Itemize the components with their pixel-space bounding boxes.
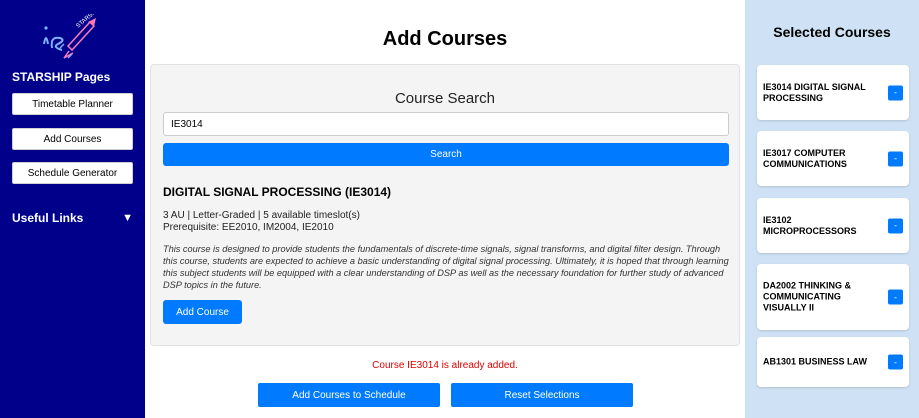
search-button[interactable]: Search (163, 143, 729, 166)
course-info: 3 AU | Letter-Graded | 5 available times… (163, 210, 360, 221)
selected-course-label: IE3102 MICROPROCESSORS (763, 214, 857, 236)
selected-course-item: IE3102 MICROPROCESSORS - (757, 198, 909, 253)
useful-links-label: Useful Links (12, 211, 84, 225)
sidebar: STARSHIP STARSHIP Pages Timetable Planne… (0, 0, 145, 418)
starship-logo-icon: STARSHIP (43, 6, 102, 59)
course-title: DIGITAL SIGNAL PROCESSING (IE3014) (163, 185, 392, 199)
course-description: This course is designed to provide stude… (163, 244, 729, 290)
selected-course-label: IE3017 COMPUTER COMMUNICATIONS (763, 147, 847, 169)
selected-courses-panel: Selected Courses IE3014 DIGITAL SIGNAL P… (745, 0, 919, 418)
selected-course-label: AB1301 BUSINESS LAW (763, 356, 868, 367)
error-message: Course IE3014 is already added. (372, 360, 518, 371)
course-search-input[interactable] (163, 112, 729, 136)
selected-courses-title: Selected Courses (773, 24, 891, 40)
sidebar-heading: STARSHIP Pages (12, 70, 111, 84)
selected-course-item: AB1301 BUSINESS LAW - (757, 337, 909, 387)
remove-course-button[interactable]: - (888, 151, 903, 166)
reset-selections-button[interactable]: Reset Selections (451, 383, 633, 407)
add-courses-to-schedule-button[interactable]: Add Courses to Schedule (258, 383, 440, 407)
add-courses-button[interactable]: Add Courses (12, 128, 133, 150)
remove-course-button[interactable]: - (888, 289, 903, 305)
selected-course-item: IE3017 COMPUTER COMMUNICATIONS - (757, 131, 909, 186)
selected-course-item: DA2002 THINKING & COMMUNICATING VISUALLY… (757, 264, 909, 330)
remove-course-button[interactable]: - (888, 218, 903, 233)
course-search-heading: Course Search (394, 90, 496, 107)
remove-course-button[interactable]: - (888, 354, 903, 370)
selected-course-label: IE3014 DIGITAL SIGNAL PROCESSING (763, 81, 866, 103)
timetable-planner-button[interactable]: Timetable Planner (12, 93, 133, 115)
page-title: Add Courses (382, 28, 508, 50)
schedule-generator-button[interactable]: Schedule Generator (12, 162, 133, 184)
selected-course-item: IE3014 DIGITAL SIGNAL PROCESSING - (757, 65, 909, 120)
remove-course-button[interactable]: - (888, 85, 903, 100)
course-meta: 3 AU | Letter-Graded | 5 available times… (163, 210, 360, 234)
useful-links-toggle[interactable]: Useful Links ▼ (12, 211, 133, 225)
course-search-card: Course Search Search DIGITAL SIGNAL PROC… (150, 64, 740, 346)
course-prerequisite: Prerequisite: EE2010, IM2004, IE2010 (163, 222, 334, 233)
selected-course-label: DA2002 THINKING & COMMUNICATING VISUALLY… (763, 280, 852, 313)
caret-down-icon: ▼ (122, 212, 133, 224)
add-course-button[interactable]: Add Course (163, 300, 242, 324)
starship-logo[interactable]: STARSHIP (38, 6, 104, 64)
